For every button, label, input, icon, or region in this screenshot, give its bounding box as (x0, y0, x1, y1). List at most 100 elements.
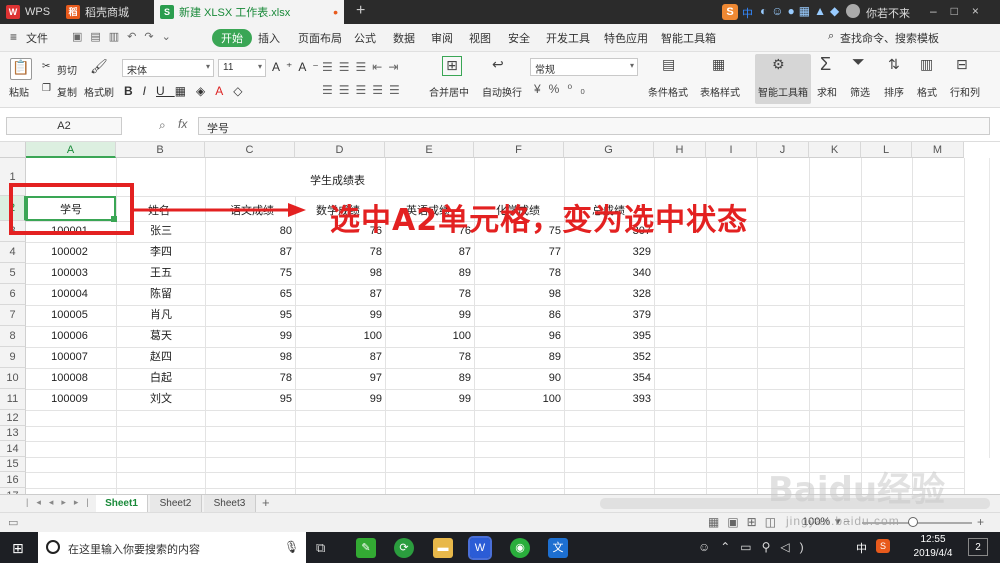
ime-indicator[interactable]: 中 (856, 540, 867, 556)
table-cell[interactable]: 100003 (26, 263, 113, 284)
row-header[interactable]: 12 (0, 410, 26, 426)
vertical-align-icons[interactable]: ☰☰☰⇤⇥ (322, 60, 404, 74)
tab-docer-store[interactable]: 稻 稻壳商城 (60, 0, 152, 24)
table-cell[interactable]: 65 (205, 284, 292, 305)
sheet-tab-1[interactable]: Sheet1 (96, 495, 148, 512)
menu-formula[interactable]: 公式 (354, 30, 376, 46)
row-header[interactable]: 4 (0, 242, 26, 263)
table-cell[interactable]: 96 (474, 326, 561, 347)
row-header[interactable]: 5 (0, 263, 26, 284)
table-cell[interactable]: 肖凡 (150, 305, 202, 326)
table-cell[interactable]: 100008 (26, 368, 113, 389)
menu-view[interactable]: 视图 (469, 30, 491, 46)
table-cell[interactable]: 95 (205, 305, 292, 326)
column-header-k[interactable]: K (809, 142, 861, 158)
avatar[interactable] (846, 4, 860, 18)
select-all-corner[interactable] (0, 142, 26, 158)
row-col-icon[interactable]: ⊟ (956, 56, 968, 73)
macro-icon[interactable]: ▭ (8, 516, 18, 529)
column-header-e[interactable]: E (385, 142, 474, 158)
sogou-ime-icon[interactable]: S (722, 4, 738, 20)
zoom-in-icon[interactable]: + (977, 515, 984, 529)
notification-center-button[interactable]: 2 (968, 538, 988, 556)
filter-icon[interactable]: ⏷ (852, 54, 865, 72)
sogou-tray-icon[interactable]: S (876, 539, 890, 553)
table-cell[interactable]: 100006 (26, 326, 113, 347)
table-cell[interactable]: 100005 (26, 305, 113, 326)
table-cell[interactable]: 李四 (150, 242, 202, 263)
table-cell[interactable]: 379 (564, 305, 651, 326)
ime-toolbar-icons[interactable]: ◐☺●▦▲◆ (760, 4, 843, 18)
table-cell[interactable]: 100 (474, 389, 561, 410)
merge-center-icon[interactable]: ⊞ (442, 56, 462, 76)
view-mode-icons[interactable]: ▦▣⊞◫ (708, 515, 784, 529)
menu-data[interactable]: 数据 (393, 30, 415, 46)
system-tray-icons[interactable]: ☺⌃▭⚲◁) (698, 540, 814, 554)
column-header-b[interactable]: B (116, 142, 205, 158)
menu-start[interactable]: 开始 (212, 29, 252, 47)
sort-button[interactable]: 排序 (884, 84, 904, 99)
table-cell[interactable]: 100004 (26, 284, 113, 305)
copy-icon[interactable]: ❐ (42, 83, 51, 94)
menu-security[interactable]: 安全 (508, 30, 530, 46)
table-cell[interactable]: 99 (205, 326, 292, 347)
table-cell[interactable]: 白起 (150, 368, 202, 389)
table-cell[interactable]: 100 (385, 326, 471, 347)
tab-wps[interactable]: W WPS (0, 0, 58, 24)
table-cell[interactable]: 393 (564, 389, 651, 410)
menu-review[interactable]: 审阅 (431, 30, 453, 46)
table-cell[interactable]: 340 (564, 263, 651, 284)
zoom-search-icon[interactable]: ⌕ (159, 118, 166, 133)
table-cell[interactable]: 100002 (26, 242, 113, 263)
table-style-icon[interactable]: ▦ (712, 56, 725, 73)
smart-toolbox-icon[interactable]: ⚙ (772, 56, 785, 73)
table-cell[interactable]: 99 (295, 389, 382, 410)
wrap-text-button[interactable]: 自动换行 (482, 84, 522, 99)
font-style-icons[interactable]: BIU▦◈A◇ (124, 84, 253, 98)
column-header-m[interactable]: M (912, 142, 964, 158)
menu-insert[interactable]: 插入 (258, 30, 280, 46)
new-tab-button[interactable]: + (356, 2, 365, 20)
sum-button[interactable]: 求和 (817, 84, 837, 99)
menu-file[interactable]: 文件 (26, 30, 48, 46)
row-header[interactable]: 10 (0, 368, 26, 389)
table-cell[interactable]: 95 (205, 389, 292, 410)
cut-icon[interactable]: ✂ (42, 61, 50, 72)
cut-button[interactable]: 剪切 (57, 62, 77, 77)
table-cell[interactable]: 87 (295, 347, 382, 368)
table-cell[interactable]: 王五 (150, 263, 202, 284)
table-cell[interactable]: 87 (295, 284, 382, 305)
menu-smart-toolbox[interactable]: 智能工具箱 (661, 30, 716, 46)
smart-toolbox-button[interactable]: 智能工具箱 (758, 84, 808, 99)
row-header[interactable]: 16 (0, 472, 26, 488)
table-cell[interactable]: 98 (295, 263, 382, 284)
sheet-tab-3[interactable]: Sheet3 (204, 495, 256, 512)
format-icon[interactable]: ▥ (920, 56, 933, 73)
column-header-j[interactable]: J (757, 142, 809, 158)
column-header-c[interactable]: C (205, 142, 295, 158)
sheet-nav-icons[interactable]: |◂◂▸▸| (26, 497, 97, 508)
row-header[interactable]: 9 (0, 347, 26, 368)
sort-icon[interactable]: ⇅ (888, 56, 900, 73)
conditional-format-button[interactable]: 条件格式 (648, 84, 688, 99)
microphone-icon[interactable]: 🎙 (284, 540, 299, 554)
add-sheet-button[interactable]: + (262, 495, 270, 510)
table-cell[interactable]: 100009 (26, 389, 113, 410)
windows-start-icon[interactable]: ⊞ (12, 540, 24, 557)
row-header[interactable]: 13 (0, 426, 26, 441)
menu-page-layout[interactable]: 页面布局 (298, 30, 342, 46)
number-format-select[interactable]: 常规 ▾ (530, 58, 638, 76)
window-controls[interactable]: –□× (930, 4, 993, 18)
horizontal-align-icons[interactable]: ☰☰☰☰☰ (322, 83, 406, 97)
table-cell[interactable]: 赵四 (150, 347, 202, 368)
format-button[interactable]: 格式 (917, 84, 937, 99)
row-header[interactable]: 14 (0, 441, 26, 457)
table-cell[interactable]: 陈留 (150, 284, 202, 305)
app-360-icon[interactable]: ⟳ (394, 538, 414, 558)
paste-icon[interactable]: 📋 (10, 58, 32, 80)
table-cell[interactable]: 395 (564, 326, 651, 347)
font-name-select[interactable]: 宋体 ▾ (122, 59, 214, 77)
merge-center-button[interactable]: 合并居中 (429, 84, 469, 99)
clock-time[interactable]: 12:55 (910, 534, 956, 545)
table-style-button[interactable]: 表格样式 (700, 84, 740, 99)
